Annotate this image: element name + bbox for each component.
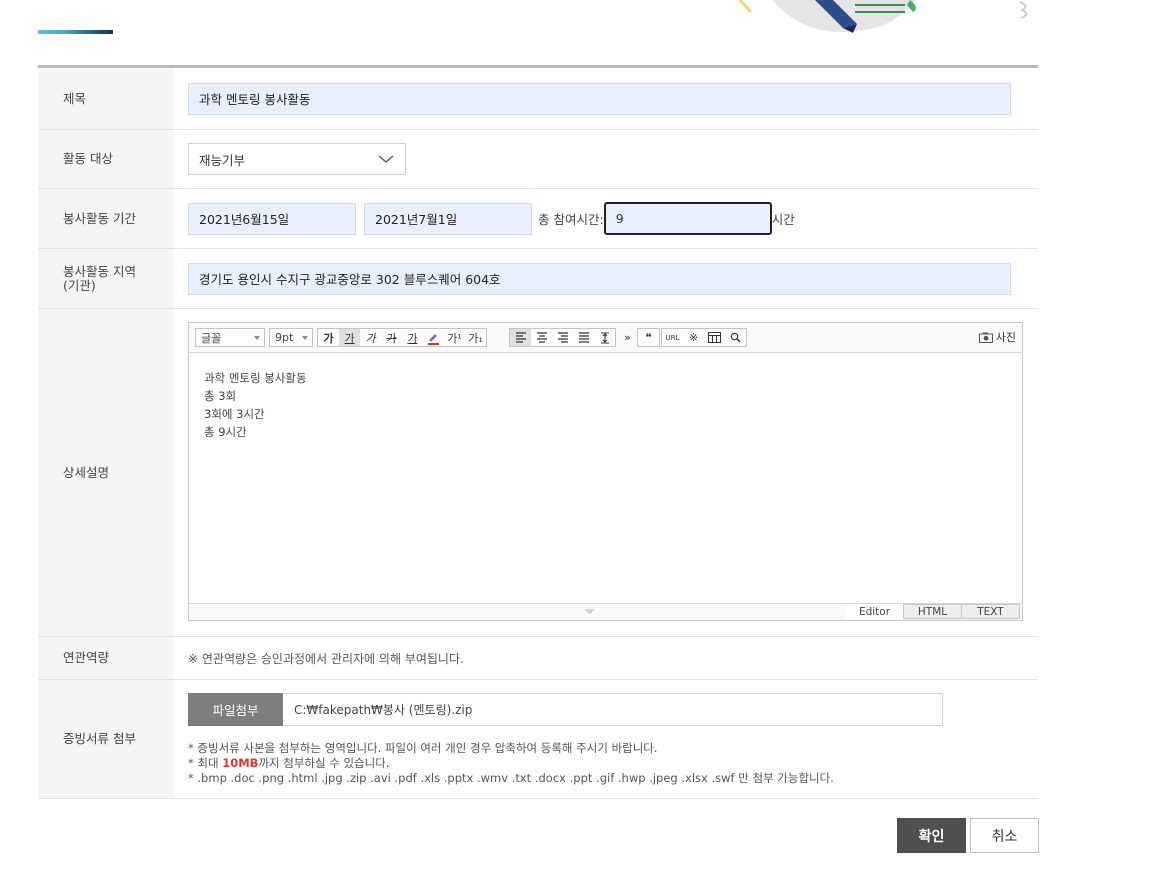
align-justify-icon[interactable] [573,329,594,346]
top-decoration [0,0,1156,60]
strike-button[interactable]: 가 [381,329,402,346]
label-region-line1: 봉사활동 지역 [63,263,136,279]
tab-text[interactable]: TEXT [961,604,1020,619]
label-competency: 연관역량 [38,637,173,679]
editor-line: 총 3회 [204,389,237,403]
editor-footer: Editor HTML TEXT [189,603,1022,620]
tab-html[interactable]: HTML [903,604,962,619]
font-family-select[interactable]: 글꼴 [195,328,265,347]
cancel-button[interactable]: 취소 [970,818,1039,853]
camera-icon [978,332,993,343]
special-char-button[interactable]: ※ [683,329,704,346]
section-title-bar [38,30,113,34]
editor-content[interactable]: 과학 멘토링 봉사활동 총 3회 3회에 3시간 총 9시간 [189,353,1022,457]
bold-button[interactable]: 가 [318,329,339,346]
max-size-highlight: 10MB [222,755,259,770]
highlight-icon[interactable] [423,329,444,346]
align-right-icon[interactable] [552,329,573,346]
resize-grip-icon[interactable] [585,609,594,614]
photo-button[interactable]: 사진 [978,329,1016,345]
label-period: 봉사활동 기간 [38,189,173,248]
quote-button[interactable]: ❝ [638,329,659,346]
superscript-button[interactable]: 가¹ [444,329,465,346]
target-select[interactable]: 재능기부 [188,143,406,175]
align-center-icon[interactable] [531,329,552,346]
illustration-pencil-icon [738,0,1028,33]
target-select-value: 재능기부 [199,152,246,168]
line-height-icon[interactable] [594,329,615,346]
subscript-button[interactable]: 가₁ [465,329,486,346]
total-hours-label: 총 참여시간: [538,212,604,227]
format-group: 가 가 가 가 가 가¹ 가₁ [317,328,487,347]
editor-toolbar: 글꼴 9pt 가 가 가 가 가 가¹ 가₁ » ❝ URL ※ 사진 [189,323,1022,353]
title-input[interactable]: 과학 멘토링 봉사활동 [188,82,1011,115]
more-button[interactable]: » [617,329,638,346]
quote-group: ❝ [637,328,660,347]
label-description: 상세설명 [38,309,173,636]
label-target: 활동 대상 [38,130,173,188]
url-button[interactable]: URL [662,329,683,346]
insert-group: URL ※ [661,328,747,347]
align-left-icon[interactable] [510,329,531,346]
file-note-3: * .bmp .doc .png .html .jpg .zip .avi .p… [188,770,834,785]
attach-file-button[interactable]: 파일첨부 [188,692,283,726]
file-path-field[interactable]: C:₩fakepath₩봉사 (멘토링).zip [283,692,943,726]
form-actions: 확인 취소 [897,818,1039,853]
end-date-input[interactable]: 2021년7월1일 [364,202,532,235]
row-description: 상세설명 글꼴 9pt 가 가 가 가 가 가¹ 가₁ » ❝ URL ※ 사진… [38,309,1038,637]
hours-unit-label: 시간 [771,212,795,227]
underline-button[interactable]: 가 [339,329,360,346]
volunteer-form: 제목 과학 멘토링 봉사활동 활동 대상 재능기부 봉사활동 기간 2021년6… [38,65,1038,799]
file-notes: * 증빙서류 사본을 첨부하는 영역입니다. 파일이 여러 개인 경우 압축하여… [188,741,943,786]
table-icon[interactable] [704,329,725,346]
row-title: 제목 과학 멘토링 봉사활동 [38,68,1038,130]
editor-line: 총 9시간 [204,425,247,439]
font-size-select[interactable]: 9pt [269,328,313,347]
search-icon[interactable] [725,329,746,346]
align-group [509,328,616,347]
row-period: 봉사활동 기간 2021년6월15일 2021년7월1일 총 참여시간: 9 시… [38,189,1038,249]
row-target: 활동 대상 재능기부 [38,130,1038,189]
row-competency: 연관역량 ※ 연관역량은 승인과정에서 관리자에 의해 부여됩니다. [38,637,1038,680]
row-region: 봉사활동 지역 (기관) 경기도 용인시 수지구 광교중앙로 302 블루스퀘어… [38,249,1038,309]
editor-line: 3회에 3시간 [204,407,265,421]
label-region: 봉사활동 지역 (기관) [38,249,173,308]
label-region-line2: (기관) [63,277,96,293]
file-note-1: * 증빙서류 사본을 첨부하는 영역입니다. 파일이 여러 개인 경우 압축하여… [188,740,658,755]
editor-line: 과학 멘토링 봉사활동 [204,371,307,385]
confirm-button[interactable]: 확인 [897,818,966,853]
italic-button[interactable]: 가 [360,329,381,346]
rich-text-editor: 글꼴 9pt 가 가 가 가 가 가¹ 가₁ » ❝ URL ※ 사진 과학 멘… [188,322,1023,621]
tab-editor[interactable]: Editor [845,604,904,619]
label-title: 제목 [38,68,173,129]
start-date-input[interactable]: 2021년6월15일 [188,202,356,235]
competency-note: ※ 연관역량은 승인과정에서 관리자에 의해 부여됩니다. [188,651,464,666]
font-color-button[interactable]: 가 [402,329,423,346]
row-file: 증빙서류 첨부 파일첨부 C:₩fakepath₩봉사 (멘토링).zip * … [38,680,1038,799]
file-note-2: * 최대 10MB까지 첨부하실 수 있습니다. [188,755,390,770]
total-hours-input[interactable]: 9 [603,202,772,235]
chevron-down-icon [378,155,394,163]
label-file: 증빙서류 첨부 [38,680,173,798]
region-input[interactable]: 경기도 용인시 수지구 광교중앙로 302 블루스퀘어 604호 [188,262,1011,295]
